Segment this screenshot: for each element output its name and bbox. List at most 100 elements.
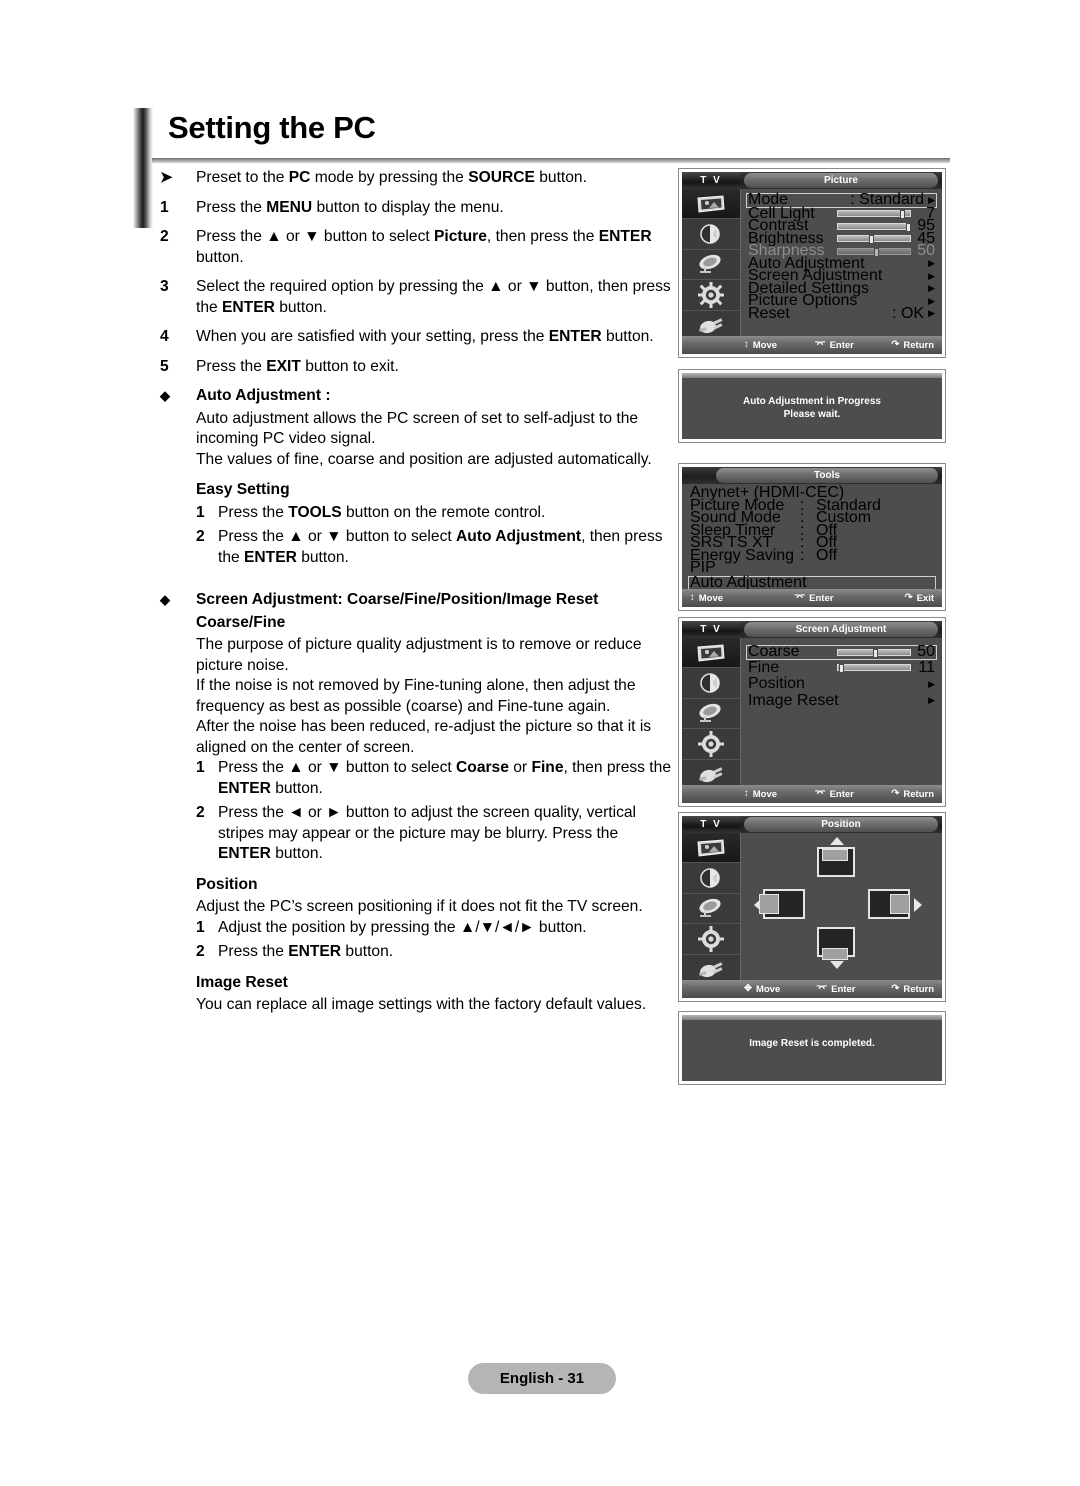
menu-item-value: : Standard — [850, 191, 925, 209]
step-1: 1 Press the MENU button to display the m… — [160, 198, 672, 219]
chevron-right-icon: ▶ — [928, 258, 935, 269]
step-text: Press the ENTER button. — [218, 943, 394, 960]
rail-item-picture[interactable] — [682, 833, 740, 864]
screen-adjustment-title: Screen Adjustment — [744, 622, 938, 637]
rail-item-setup[interactable] — [682, 924, 740, 955]
chevron-right-icon: ▶ — [928, 678, 935, 689]
preset-note-text: Preset to the PC mode by pressing the SO… — [196, 168, 672, 189]
coarse-slider[interactable] — [837, 648, 911, 658]
footer-enter[interactable]: ⌤ Enter — [794, 593, 833, 604]
margin-decoration-bar — [133, 108, 153, 228]
footer-return-label: Return — [903, 339, 935, 351]
tools-menu-footer: ↕ Move ⌤ Enter ↷ Exit — [682, 589, 942, 607]
enter-key-icon: ⌤ — [816, 983, 828, 995]
rail-item-setup[interactable] — [682, 729, 740, 760]
down-position-icon[interactable] — [812, 927, 860, 973]
footer-move-label: Move — [752, 339, 778, 351]
fine-slider[interactable] — [837, 664, 911, 674]
footer-enter[interactable]: ⌤ Enter — [815, 789, 854, 800]
left-position-icon[interactable] — [754, 887, 808, 923]
footer-return[interactable]: ↷ Return — [891, 984, 942, 995]
gear-icon — [698, 730, 724, 757]
preset-bold-1: PC — [288, 169, 311, 186]
rail-item-channel[interactable] — [682, 250, 740, 281]
rail-item-channel[interactable] — [682, 699, 740, 730]
screen-adjustment-header: T V Screen Adjustment — [682, 621, 942, 638]
step-text: Press the ▲ or ▼ button to select Auto A… — [218, 528, 663, 566]
picture-menu-items: Mode : Standard ▶ Cell Light 7 Contrast … — [740, 189, 942, 322]
chevron-right-icon: ▶ — [928, 270, 935, 281]
sound-icon — [700, 868, 720, 888]
coarse-fine-paragraph-1: The purpose of picture quality adjustmen… — [196, 636, 642, 674]
plug-icon — [699, 767, 723, 783]
step-number: 1 — [196, 918, 205, 936]
step-number: 4 — [160, 328, 169, 345]
coarse-fine-paragraph-2: If the noise is not removed by Fine-tuni… — [196, 677, 636, 715]
screen-adjustment-footer: ↕ Move ⌤ Enter ↷ Return — [682, 785, 942, 803]
rail-item-sound[interactable] — [682, 219, 740, 250]
four-way-arrows-icon: ✥ — [744, 983, 752, 995]
position-header: T V Position — [682, 816, 942, 833]
menu-item-fine[interactable]: Fine 11 — [746, 658, 937, 676]
tools-item-energy-saving[interactable]: Energy Saving : Off — [688, 546, 936, 564]
step-5: 5 Press the EXIT button to exit. — [160, 357, 672, 378]
return-arrow-icon: ↷ — [891, 339, 900, 351]
footer-enter[interactable]: ⌤ Enter — [816, 984, 855, 995]
footer-move[interactable]: ✥ Move — [744, 984, 780, 995]
rail-item-sound[interactable] — [682, 863, 740, 894]
diamond-bullet-icon: ◆ — [160, 592, 170, 607]
coarse-fine-step-1: 1 Press the ▲ or ▼ button to select Coar… — [196, 758, 672, 799]
menu-item-coarse[interactable]: Coarse 50 — [746, 643, 937, 660]
menu-item-image-reset[interactable]: Image Reset ▶ — [746, 692, 937, 709]
chevron-right-icon: ▶ — [928, 283, 935, 294]
satellite-dish-icon — [699, 899, 721, 918]
brightness-slider[interactable] — [837, 235, 911, 245]
footer-move[interactable]: ↕ Move — [744, 789, 777, 800]
auto-adjustment-paragraph-1: Auto adjustment allows the PC screen of … — [196, 409, 639, 448]
step-number: 3 — [160, 278, 169, 295]
page-footer-badge: English - 31 — [468, 1363, 616, 1394]
step-text: Adjust the position by pressing the ▲/▼/… — [218, 918, 587, 936]
rail-item-sound[interactable] — [682, 668, 740, 699]
rail-item-picture[interactable] — [682, 638, 740, 669]
tools-menu-items: Anynet+ (HDMI-CEC) Picture Mode : Standa… — [682, 484, 942, 591]
step-text: When you are satisfied with your setting… — [196, 328, 654, 345]
picture-icon — [697, 839, 725, 857]
up-position-icon[interactable] — [812, 837, 860, 881]
menu-item-position[interactable]: Position ▶ — [746, 675, 937, 692]
picture-menu-header: T V Picture — [682, 172, 942, 189]
footer-move[interactable]: ↕ Move — [744, 340, 777, 351]
step-text: Press the ◄ or ► button to adjust the sc… — [218, 804, 637, 862]
auto-adjustment-message-text: Auto Adjustment in Progress Please wait. — [682, 378, 942, 421]
footer-move[interactable]: ↕ Move — [690, 593, 723, 604]
chevron-right-icon: ▶ — [928, 308, 935, 319]
footer-exit[interactable]: ↷ Exit — [905, 593, 942, 604]
icon-rail — [682, 638, 741, 785]
rail-item-picture[interactable] — [682, 189, 740, 220]
contrast-slider[interactable] — [837, 222, 912, 232]
arrow-bullet-icon: ➤ — [160, 169, 173, 186]
position-adjust-graphics — [740, 833, 942, 978]
footer-enter-label: Enter — [829, 788, 854, 800]
diamond-bullet-icon: ◆ — [160, 388, 170, 403]
cell-light-slider[interactable] — [837, 210, 911, 220]
rail-item-setup[interactable] — [682, 280, 740, 311]
chevron-right-icon: ▶ — [928, 295, 935, 306]
plug-icon — [699, 318, 723, 334]
right-position-icon[interactable] — [868, 887, 922, 923]
plug-icon — [699, 962, 723, 978]
chevron-right-icon: ▶ — [928, 194, 935, 205]
footer-enter[interactable]: ⌤ Enter — [815, 340, 854, 351]
menu-item-value: Off — [816, 546, 838, 564]
footer-return[interactable]: ↷ Return — [891, 789, 942, 800]
return-arrow-icon: ↷ — [904, 592, 913, 604]
footer-return[interactable]: ↷ Return — [891, 340, 942, 351]
step-2: 2 Press the ▲ or ▼ button to select Pict… — [160, 227, 672, 268]
menu-item-label: Fine — [748, 658, 780, 676]
position-step-1: 1 Adjust the position by pressing the ▲/… — [196, 918, 672, 939]
message-line-1: Auto Adjustment in Progress — [743, 396, 881, 407]
rail-item-channel[interactable] — [682, 894, 740, 925]
page-title: Setting the PC — [168, 110, 376, 145]
message-line-2: Please wait. — [783, 409, 841, 420]
tools-item-auto-adjustment[interactable]: Auto Adjustment — [688, 574, 936, 591]
